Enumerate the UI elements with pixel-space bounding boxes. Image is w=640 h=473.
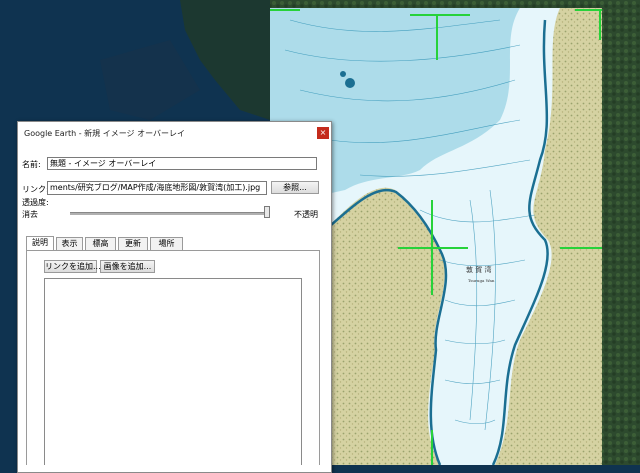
tab-location[interactable]: 場所 xyxy=(150,237,183,250)
close-icon[interactable]: × xyxy=(320,128,327,137)
tab-refresh[interactable]: 更新 xyxy=(118,237,148,250)
add-image-button[interactable]: 画像を追加... xyxy=(100,260,155,273)
browse-button[interactable]: 参照... xyxy=(271,181,319,194)
tab-description[interactable]: 説明 xyxy=(26,236,54,251)
island-dot-2 xyxy=(340,71,346,77)
link-label: リンク: xyxy=(22,185,49,194)
bay-label-roman: Tsuruga Wan xyxy=(468,278,495,283)
bay-label: 敦 賀 湾 xyxy=(466,265,491,274)
name-field[interactable]: 無題 - イメージ オーバーレイ xyxy=(47,157,317,170)
dialog-title: Google Earth - 新規 イメージ オーバーレイ xyxy=(24,129,186,138)
add-link-button[interactable]: リンクを追加... xyxy=(44,260,101,273)
transparency-slider-track[interactable] xyxy=(70,212,270,215)
link-field[interactable]: ments/研究ブログ/MAP作成/海底地形図/敦賀湾(加工).jpg xyxy=(47,181,267,195)
dialog-titlebar[interactable]: Google Earth - 新規 イメージ オーバーレイ × xyxy=(18,122,331,142)
name-label: 名前: xyxy=(22,160,41,169)
close-button[interactable]: × xyxy=(317,127,329,139)
description-textarea[interactable] xyxy=(44,278,302,465)
opaque-label: 不透明 xyxy=(294,210,318,219)
island-dot xyxy=(345,78,355,88)
transparency-slider-thumb[interactable] xyxy=(264,206,270,218)
clear-label: 消去 xyxy=(22,210,38,219)
transparency-label: 透過度: xyxy=(22,198,49,207)
tab-view[interactable]: 表示 xyxy=(56,237,83,250)
satellite-land-right xyxy=(600,0,640,465)
tab-altitude[interactable]: 標高 xyxy=(85,237,116,250)
